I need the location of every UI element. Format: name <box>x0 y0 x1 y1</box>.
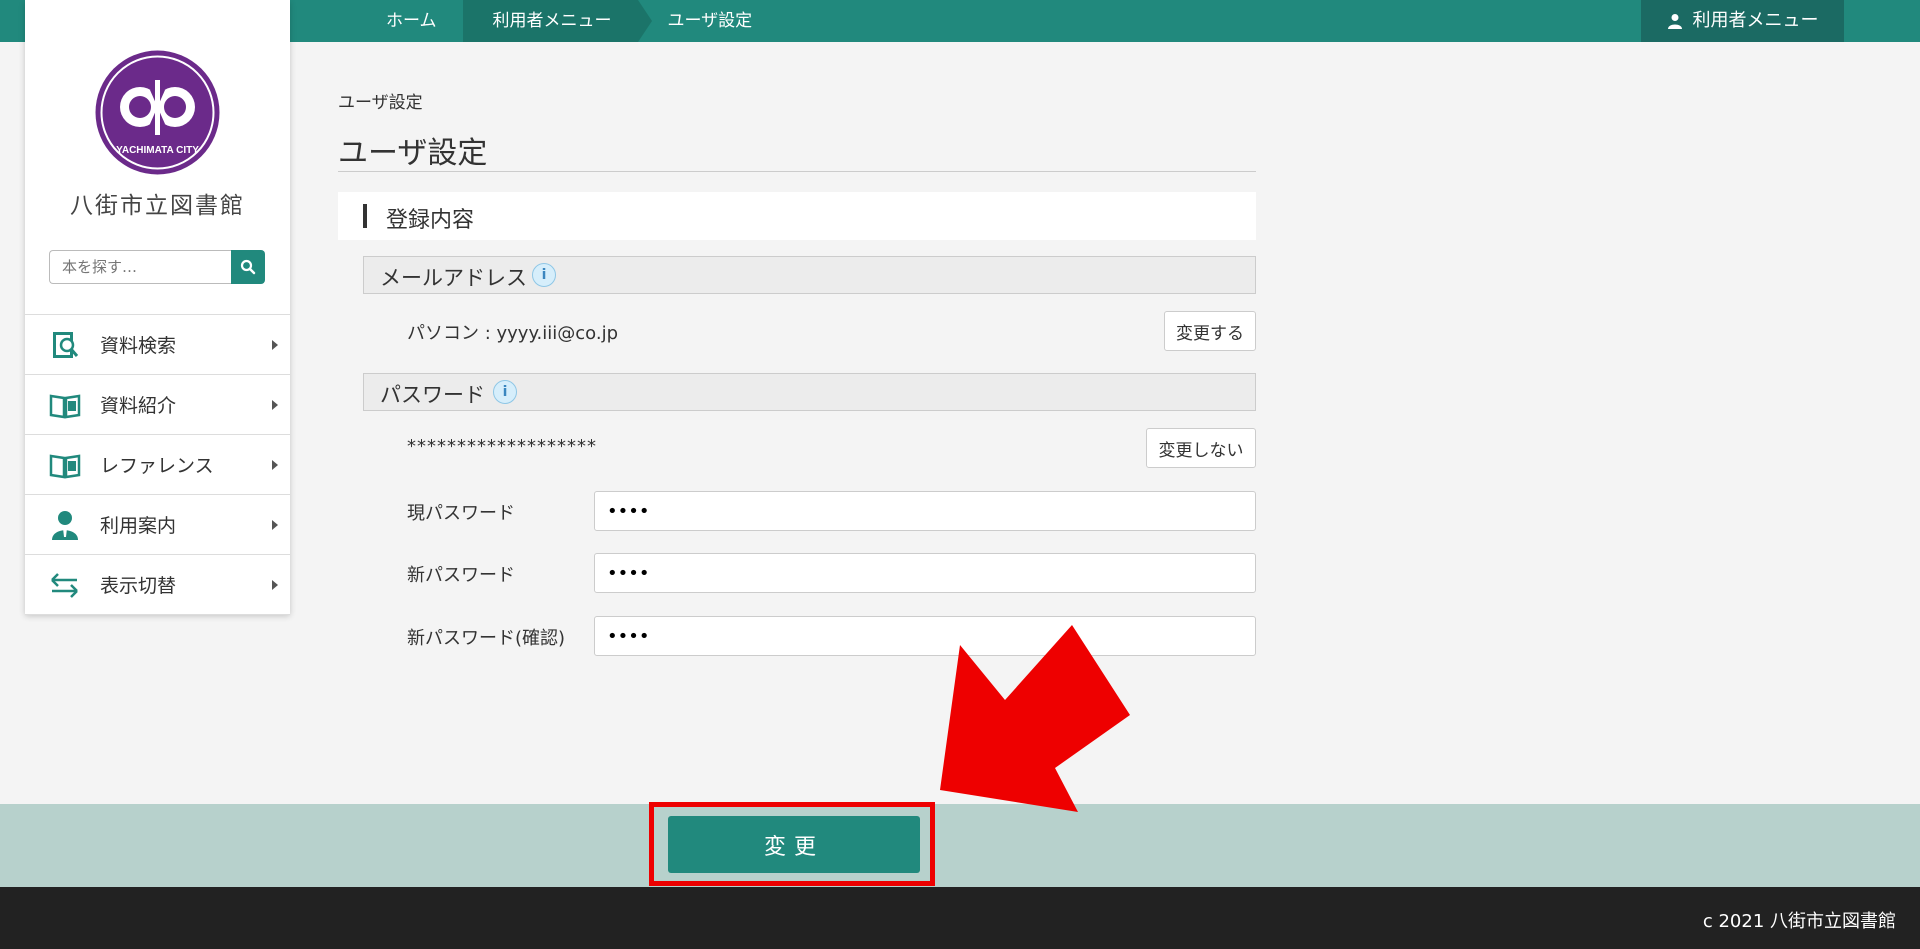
chevron-right-icon <box>272 400 278 410</box>
password-header: パスワード i <box>363 373 1256 411</box>
sidebar-item-label: レファレンス <box>100 455 214 477</box>
footer: c 2021 八街市立図書館 <box>0 887 1920 949</box>
chevron-right-icon <box>272 520 278 530</box>
current-password-label: 現パスワード <box>407 503 515 524</box>
submit-change-button[interactable]: 変更 <box>668 816 920 873</box>
copyright: c 2021 八街市立図書館 <box>1702 911 1896 932</box>
sidebar-item-label: 資料紹介 <box>100 395 177 417</box>
email-label: メールアドレス <box>380 266 527 290</box>
page-title: ユーザ設定 <box>338 136 488 171</box>
breadcrumb-home[interactable]: ホーム <box>290 0 463 42</box>
sidebar-item-reference[interactable]: レファレンス <box>25 435 290 495</box>
sidebar-nav: 資料検索 資料紹介 レファレンス 利用案内 表示切替 <box>25 314 290 615</box>
email-header: メールアドレス i <box>363 256 1256 294</box>
search-button[interactable] <box>231 250 265 284</box>
search-input[interactable] <box>49 250 231 284</box>
sidebar-item-label: 利用案内 <box>100 515 177 537</box>
search-box <box>49 250 265 284</box>
section-title: 登録内容 <box>386 208 475 233</box>
current-password-input[interactable] <box>594 491 1256 531</box>
chevron-right-icon <box>272 460 278 470</box>
section-marker <box>363 204 367 228</box>
user-menu-label: 利用者メニュー <box>1692 10 1819 31</box>
info-icon[interactable]: i <box>532 263 556 287</box>
new-password-label: 新パスワード <box>407 565 515 586</box>
change-email-button[interactable]: 変更する <box>1164 311 1256 351</box>
sidebar-item-label: 表示切替 <box>100 575 177 597</box>
chevron-right-icon <box>272 580 278 590</box>
breadcrumb-user-menu[interactable]: 利用者メニュー <box>462 0 652 42</box>
breadcrumb-current: ユーザ設定 <box>667 11 753 31</box>
search-icon <box>240 259 256 275</box>
person-icon <box>52 511 78 540</box>
sidebar: YACHIMATA CITY 八街市立図書館 資料検索 <box>25 0 290 615</box>
sidebar-item-display-toggle[interactable]: 表示切替 <box>25 555 290 615</box>
title-divider <box>338 171 1256 172</box>
confirm-password-label: 新パスワード(確認) <box>407 628 566 649</box>
logo-text: YACHIMATA CITY <box>116 145 199 156</box>
swap-arrows-icon <box>51 573 78 598</box>
page-subtitle: ユーザ設定 <box>338 93 423 113</box>
new-password-input[interactable] <box>594 553 1256 593</box>
chevron-right-icon <box>272 340 278 350</box>
open-book-icon <box>49 454 81 479</box>
open-book-icon <box>49 394 81 419</box>
password-masked: ******************* <box>407 436 597 457</box>
library-logo[interactable]: YACHIMATA CITY <box>95 50 220 175</box>
book-search-icon <box>53 332 79 358</box>
library-name: 八街市立図書館 <box>70 193 245 219</box>
keep-password-button[interactable]: 変更しない <box>1146 428 1256 468</box>
confirm-password-input[interactable] <box>594 616 1256 656</box>
info-icon[interactable]: i <box>493 380 517 404</box>
sidebar-item-search[interactable]: 資料検索 <box>25 315 290 375</box>
email-value: パソコン : yyyy.iii@co.jp <box>407 323 619 344</box>
user-icon <box>1667 14 1682 29</box>
annotation-arrow-icon <box>940 625 1130 812</box>
breadcrumb: ホーム 利用者メニュー ユーザ設定 <box>290 0 778 42</box>
sidebar-item-introduction[interactable]: 資料紹介 <box>25 375 290 435</box>
user-menu-button[interactable]: 利用者メニュー <box>1641 0 1844 42</box>
sidebar-item-label: 資料検索 <box>100 335 177 357</box>
password-label: パスワード <box>380 383 485 407</box>
sidebar-item-guide[interactable]: 利用案内 <box>25 495 290 555</box>
section-header: 登録内容 <box>338 192 1256 240</box>
